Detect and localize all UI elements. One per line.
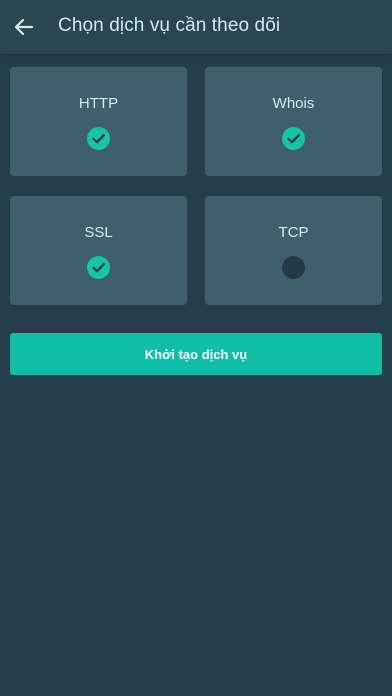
page-title: Chọn dịch vụ cần theo dõi [58,15,281,36]
create-service-button[interactable]: Khởi tạo dịch vụ [10,333,382,375]
checked-icon[interactable] [282,127,305,150]
app-header: Chọn dịch vụ cần theo dõi [0,0,392,54]
arrow-left-icon [14,18,34,36]
checked-icon[interactable] [87,256,110,279]
service-label: HTTP [78,95,119,112]
service-card-http[interactable]: HTTP [10,67,187,176]
unchecked-icon[interactable] [282,256,305,279]
service-label: SSL [84,224,113,241]
service-card-tcp[interactable]: TCP [205,196,382,305]
back-button[interactable] [8,11,40,43]
service-label: TCP [278,224,309,241]
service-label: Whois [272,95,315,112]
checked-icon[interactable] [87,127,110,150]
service-card-ssl[interactable]: SSL [10,196,187,305]
service-card-whois[interactable]: Whois [205,67,382,176]
